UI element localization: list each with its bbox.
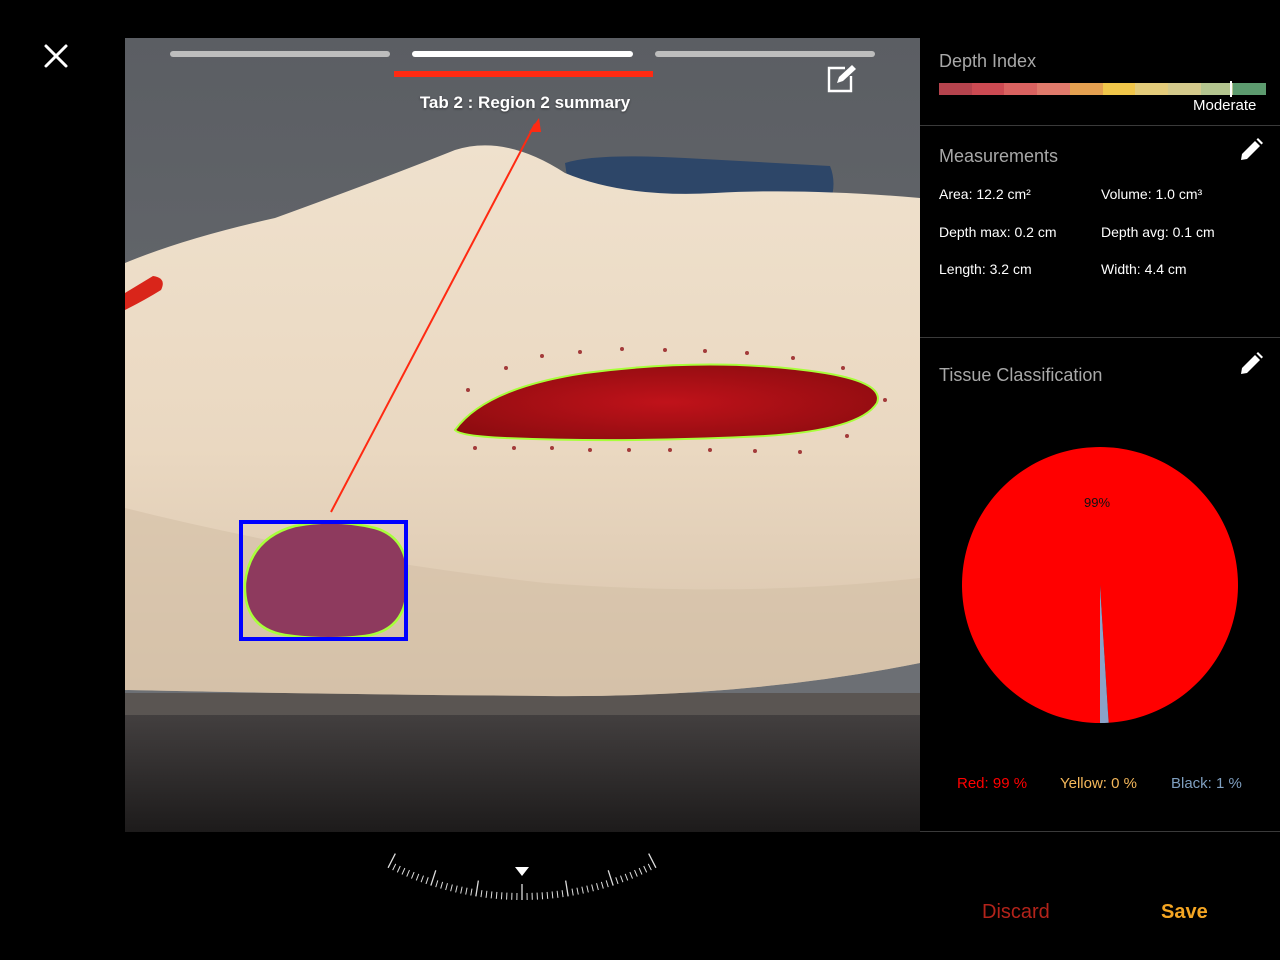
ruler-tick: [450, 884, 453, 892]
ruler-tick: [591, 884, 594, 892]
ruler-tick: [565, 880, 569, 897]
tab-indicator-2[interactable]: [412, 51, 633, 57]
divider: [920, 337, 1280, 338]
ruler-tick: [465, 887, 468, 895]
pie-data-label: 99%: [1084, 495, 1110, 510]
rotation-dial-icon: [387, 853, 657, 900]
region-summary-title: Tab 2 : Region 2 summary: [419, 93, 631, 112]
save-button[interactable]: Save: [1161, 901, 1208, 924]
depth-scale-segment-9: [1200, 83, 1234, 95]
ruler-tick: [546, 891, 549, 899]
ruler-tick: [392, 863, 397, 871]
depth-index-value: Moderate: [1193, 97, 1257, 114]
edit-photo-button[interactable]: [825, 64, 859, 94]
tab-indicator-3[interactable]: [655, 51, 875, 57]
depth-scale-segment-7: [1135, 83, 1168, 95]
legend-yellow: Yellow: 0 %: [1060, 775, 1137, 792]
edit-measurements-button[interactable]: [1238, 137, 1264, 163]
pencil-icon: [1241, 352, 1263, 374]
ruler-tick: [629, 871, 633, 879]
depth-index-label: Depth Index: [939, 51, 1037, 71]
depth-scale-segment-10: [1233, 83, 1267, 95]
ruler-tick: [490, 891, 493, 899]
depth-index-scale: [939, 83, 1267, 95]
ruler-tick: [420, 875, 424, 883]
measurement-area: Area: 12.2 cm²: [939, 186, 1031, 202]
measurement-depth-max: Depth max: 0.2 cm: [939, 224, 1057, 240]
wound-photo: Tab 2 : Region 2 summary: [125, 38, 920, 832]
ruler-tick: [643, 865, 648, 873]
ruler-tick: [396, 865, 401, 873]
edit-tissue-button[interactable]: [1238, 351, 1264, 377]
measurement-width: Width: 4.4 cm: [1101, 261, 1187, 277]
ruler-tick: [615, 877, 619, 885]
ruler-tick: [387, 853, 396, 869]
depth-scale-segment-6: [1102, 83, 1136, 95]
depth-scale-segment-1: [939, 83, 972, 95]
ruler-tick: [460, 886, 463, 894]
legend-black: Black: 1 %: [1171, 775, 1242, 792]
edit-note-icon: [827, 65, 856, 93]
discard-button[interactable]: Discard: [982, 901, 1050, 924]
depth-scale-segment-8: [1167, 83, 1201, 95]
ruler-tick: [600, 881, 604, 889]
ruler-tick: [430, 870, 437, 886]
tissue-classification-label: Tissue Classification: [939, 365, 1103, 385]
ruler-tick: [576, 887, 579, 895]
ruler-tick: [470, 888, 473, 896]
ruler-tick: [475, 880, 479, 897]
ruler-tick: [607, 870, 614, 886]
measurements-label: Measurements: [939, 146, 1059, 166]
ruler-tick: [406, 869, 410, 877]
ruler-tick: [485, 890, 488, 898]
ruler-tick: [551, 891, 554, 899]
divider: [920, 125, 1280, 126]
tissue-pie-chart: 99%: [960, 445, 1240, 725]
legend-red: Red: 99 %: [957, 775, 1028, 792]
ruler-tick: [401, 867, 406, 875]
pencil-icon: [1241, 138, 1263, 160]
divider: [920, 831, 1280, 832]
depth-scale-segment-2: [971, 83, 1005, 95]
ruler-tick: [634, 869, 638, 877]
depth-index-marker: [1230, 81, 1233, 97]
tab-indicator-1[interactable]: [170, 51, 390, 57]
measurement-length: Length: 3.2 cm: [939, 261, 1032, 277]
ruler-tick: [556, 890, 559, 898]
ruler-tick: [411, 871, 415, 879]
ruler-tick: [561, 890, 564, 898]
ruler-tick: [440, 881, 444, 889]
ruler-tick: [586, 885, 589, 893]
depth-scale-segment-3: [1004, 83, 1038, 95]
rotation-ruler[interactable]: [370, 835, 675, 930]
ruler-tick: [624, 873, 629, 881]
ruler-tick: [455, 885, 458, 893]
measurement-depth-avg: Depth avg: 0.1 cm: [1101, 224, 1215, 240]
depth-scale-segment-5: [1069, 83, 1103, 95]
ruler-tick: [480, 890, 483, 898]
ruler-tick: [571, 888, 574, 896]
close-icon: [44, 44, 68, 68]
measurement-volume: Volume: 1.0 cm³: [1101, 186, 1203, 202]
ruler-tick: [596, 883, 599, 891]
ruler-tick: [425, 877, 429, 885]
ruler-tick: [495, 891, 498, 899]
ruler-tick: [605, 880, 609, 888]
ruler-tick: [638, 867, 643, 875]
ruler-tick: [435, 880, 439, 888]
close-button[interactable]: [40, 40, 72, 72]
ruler-tick: [647, 863, 652, 871]
ruler-tick: [581, 886, 584, 894]
ruler-tick: [445, 883, 448, 891]
ruler-tick: [620, 875, 624, 883]
active-tab-underline: [394, 71, 653, 77]
depth-scale-segment-4: [1037, 83, 1070, 95]
ruler-tick: [415, 873, 420, 881]
ruler-tick: [648, 853, 657, 869]
wound-photo-canvas: [125, 38, 920, 832]
